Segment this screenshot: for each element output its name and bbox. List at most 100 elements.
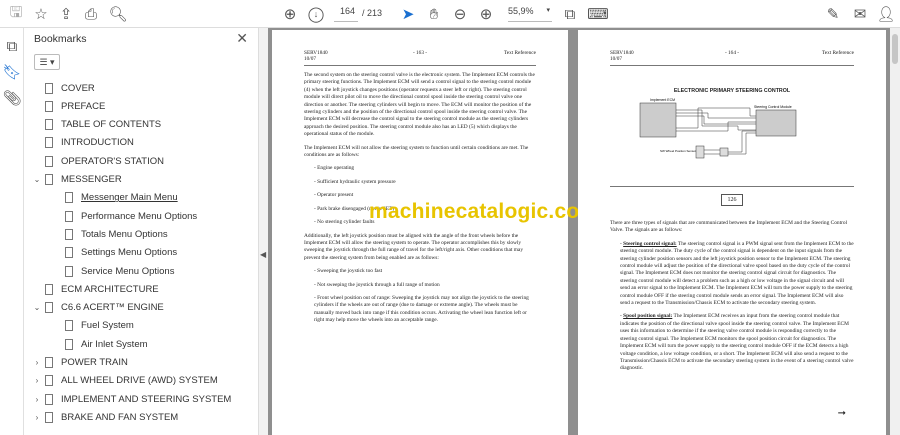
bookmark-item[interactable]: Messenger Main Menu	[52, 189, 178, 207]
fit-page-icon[interactable]: ⧉	[560, 4, 580, 24]
bookmarks-icon[interactable]: 🔖︎	[2, 62, 22, 82]
collapse-arrow-icon[interactable]: ◀	[260, 250, 266, 259]
page-number-input[interactable]: 164	[334, 6, 358, 22]
list-item: - Operator present	[314, 192, 354, 199]
bookmark-item[interactable]: Totals Menu Options	[52, 225, 168, 243]
document-area: SERV1840 10/07 - 163 - Text Reference Th…	[268, 28, 890, 435]
bookmark-page-icon	[65, 192, 73, 204]
select-cursor-icon[interactable]: ➤	[398, 4, 418, 24]
paragraph: There are three types of signals that ar…	[610, 220, 848, 234]
bookmark-label: PREFACE	[61, 100, 106, 112]
zoom-in-icon[interactable]: ⊕	[476, 4, 496, 24]
page-thumbnails-icon[interactable]: ⧉	[2, 36, 22, 56]
next-page-icon[interactable]: ◯ ↓	[306, 4, 326, 24]
bookmark-item[interactable]: Service Menu Options	[52, 262, 174, 280]
zoom-out-icon[interactable]: ⊖	[450, 4, 470, 24]
bookmark-item[interactable]: OPERATOR'S STATION	[32, 152, 164, 170]
previous-page-icon[interactable]: ⊕︎ ↑	[280, 4, 300, 24]
signal-item: - Steering control signal: The steering …	[620, 240, 854, 307]
scroll-thumb[interactable]	[892, 34, 898, 64]
chevron-down-icon[interactable]: ⌄	[32, 303, 42, 312]
hand-tool-icon[interactable]: ✋︎	[424, 4, 444, 24]
signal-text: The Implement ECM receives an input from…	[620, 313, 854, 372]
figure-divider	[610, 186, 854, 187]
next-arrow-icon: ➞	[837, 407, 846, 419]
zoom-value: 55,9%	[508, 6, 534, 16]
bookmark-page-icon	[45, 411, 53, 423]
bookmark-page-icon	[45, 357, 53, 368]
bookmark-label: Fuel System	[81, 320, 134, 332]
bookmark-page-icon	[45, 302, 53, 314]
list-item: - Sufficient hydraulic system pressure	[314, 178, 396, 185]
chevron-right-icon[interactable]: ›	[32, 358, 42, 367]
bookmark-label: POWER TRAIN	[61, 357, 128, 368]
upload-cloud-icon[interactable]: ⇪	[56, 4, 76, 24]
bookmark-item[interactable]: COVER	[32, 79, 95, 97]
bookmark-item[interactable]: › IMPLEMENT AND STEERING SYSTEM	[32, 390, 231, 408]
figure-number: 126	[721, 194, 743, 206]
bookmark-label: MESSENGER	[61, 174, 122, 185]
bookmark-item[interactable]: Fuel System	[52, 317, 134, 335]
connector	[719, 147, 729, 157]
bookmark-label: C6.6 ACERT™ ENGINE	[61, 302, 164, 314]
page-header: SERV1840 10/07 - 164 - Text Reference	[610, 50, 854, 66]
sensor-label: SW Wheel Position Sensor	[660, 149, 696, 153]
bookmark-page-icon	[65, 247, 73, 259]
pdf-page-163: SERV1840 10/07 - 163 - Text Reference Th…	[272, 30, 598, 435]
toolbar: 🖫 ☆ ⇪ ⎙ 🔍︎ ⊕︎ ↑ ◯ ↓ 164 / 213 ➤ ✋︎ ⊖ ⊕ 55,…	[0, 0, 900, 28]
bookmark-page-icon	[65, 338, 73, 350]
bookmark-label: TABLE OF CONTENTS	[61, 119, 162, 131]
attachments-icon[interactable]: 📎︎	[2, 88, 22, 108]
add-user-icon[interactable]: 👤︎	[876, 4, 896, 24]
panel-splitter[interactable]: ◀	[258, 28, 268, 435]
bookmark-options-button[interactable]: ☰ ▾	[34, 54, 60, 70]
bookmark-item[interactable]: INTRODUCTION	[32, 134, 134, 152]
list-item: - Sweeping the joystick too fast	[314, 268, 383, 275]
chevron-right-icon[interactable]: ›	[32, 376, 42, 385]
sign-icon[interactable]: ✎	[823, 4, 843, 24]
chevron-down-icon[interactable]: ⌄	[32, 175, 42, 184]
bookmark-item[interactable]: › POWER TRAIN	[32, 354, 128, 372]
ecm-box	[639, 102, 677, 138]
bookmark-page-icon	[45, 82, 53, 94]
ecm-label: Implement ECM	[650, 98, 675, 102]
bookmark-item[interactable]: TABLE OF CONTENTS	[32, 116, 161, 134]
scroll-mode-icon[interactable]: ⌨︎	[587, 4, 609, 24]
list-item: - Not sweeping the joystick through a fu…	[314, 281, 440, 288]
bookmark-item[interactable]: ⌄ C6.6 ACERT™ ENGINE	[32, 299, 164, 317]
save-icon[interactable]: 🖫	[6, 4, 26, 24]
zoom-select[interactable]: 55,9% ▾	[508, 6, 552, 22]
bookmark-item[interactable]: ⌄ MESSENGER	[32, 171, 122, 189]
bookmark-item[interactable]: Performance Menu Options	[52, 207, 197, 225]
vertical-scrollbar[interactable]	[890, 28, 900, 435]
bookmark-page-icon	[65, 210, 73, 222]
bookmark-label: COVER	[61, 82, 95, 94]
bookmark-page-icon	[45, 393, 53, 405]
bookmark-star-icon[interactable]: ☆	[31, 4, 51, 24]
bookmark-page-icon	[45, 119, 53, 131]
mail-icon[interactable]: ✉︎	[850, 4, 870, 24]
bookmark-item[interactable]: › ALL WHEEL DRIVE (AWD) SYSTEM	[32, 372, 218, 390]
chevron-right-icon[interactable]: ›	[32, 395, 42, 404]
left-rail: ⧉ 🔖︎ 📎︎	[0, 28, 24, 435]
bookmark-label: BRAKE AND FAN SYSTEM	[61, 411, 179, 423]
header-right: Text Reference	[503, 50, 536, 56]
chevron-right-icon[interactable]: ›	[32, 413, 42, 422]
bookmark-page-icon	[45, 375, 53, 387]
bookmarks-panel: Bookmarks ✕ ☰ ▾ COVER PREFACE TABLE OF CON…	[24, 28, 258, 435]
chevron-down-icon: ▾	[546, 7, 550, 14]
bookmark-item[interactable]: Air Inlet System	[52, 335, 148, 353]
close-icon[interactable]: ✕	[236, 30, 248, 47]
header-center: - 163 -	[412, 50, 428, 56]
bookmark-item[interactable]: PREFACE	[32, 97, 105, 115]
search-icon[interactable]: 🔍︎	[108, 4, 128, 24]
print-icon[interactable]: ⎙	[81, 4, 101, 24]
bookmark-label: Totals Menu Options	[81, 228, 168, 240]
bookmark-label: INTRODUCTION	[61, 137, 134, 149]
bookmark-item[interactable]: › BRAKE AND FAN SYSTEM	[32, 408, 178, 426]
header-center: - 164 -	[724, 50, 740, 56]
bookmark-label: OPERATOR'S STATION	[61, 155, 164, 167]
page-total: / 213	[362, 8, 383, 18]
bookmark-item[interactable]: Settings Menu Options	[52, 244, 177, 262]
bookmark-item[interactable]: ECM ARCHITECTURE	[32, 280, 159, 298]
